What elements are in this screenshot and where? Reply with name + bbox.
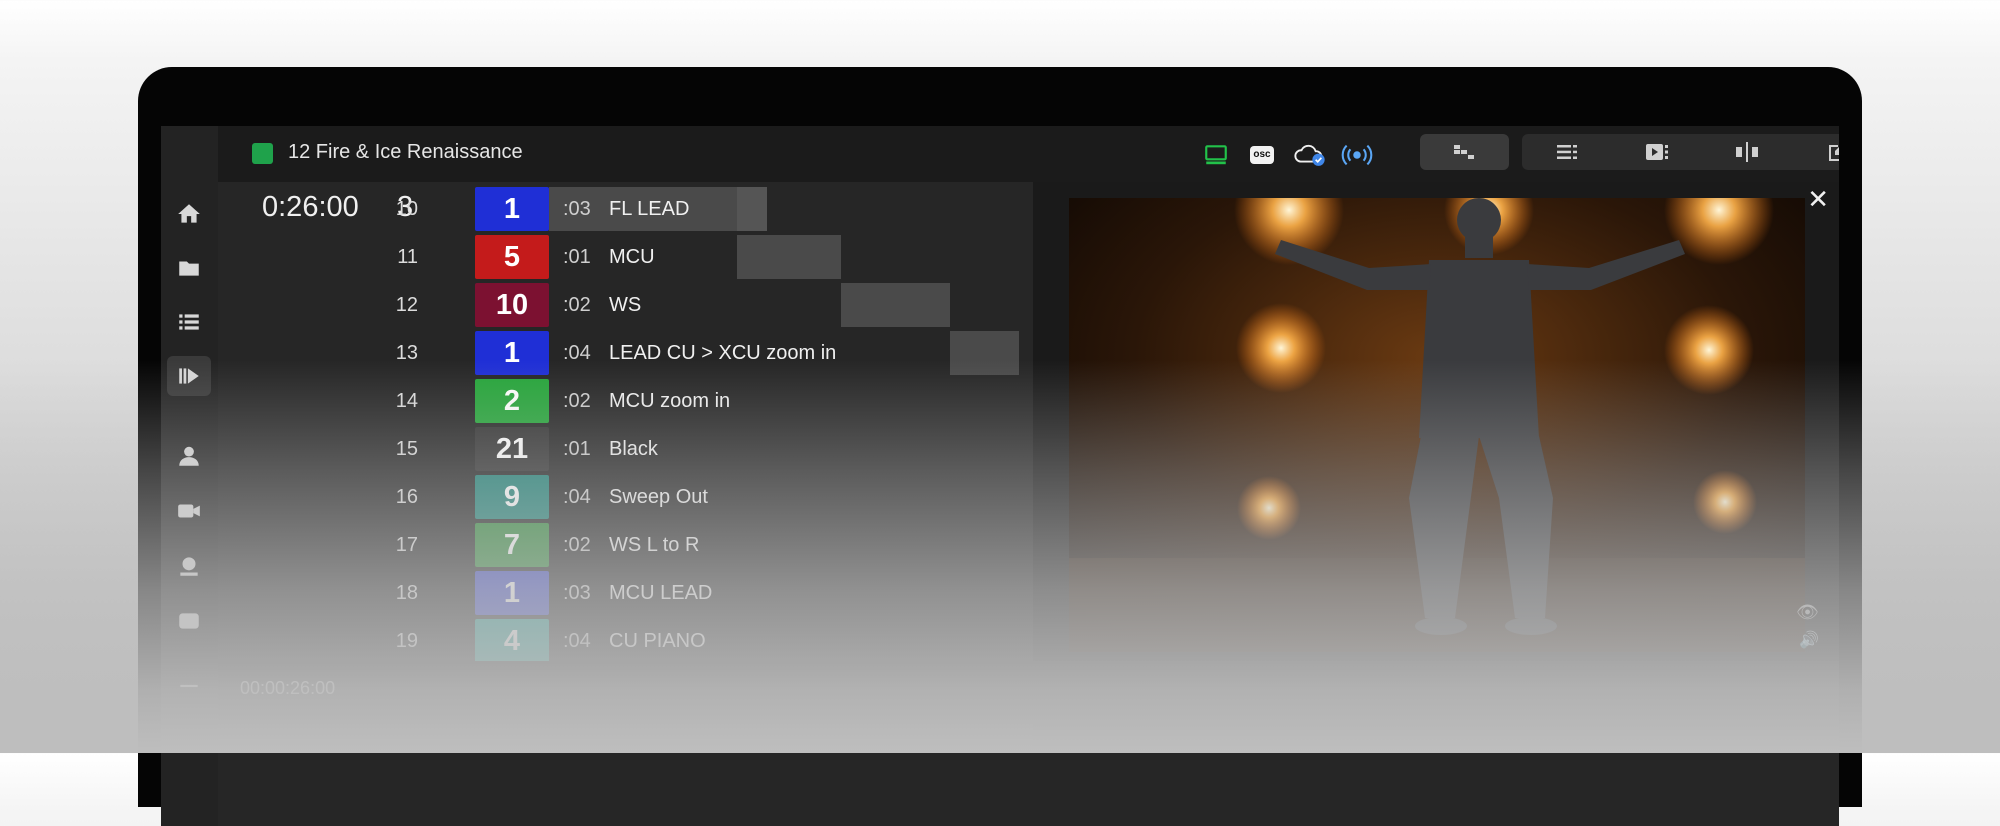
shot-duration: :04 [563,630,591,652]
camera-badge[interactable]: 4 [475,619,549,663]
shot-number: 18 [395,582,418,604]
broadcast-icon[interactable] [1340,140,1374,170]
shot-row[interactable]: 13 1 :04 LEAD CU > XCU zoom in [161,329,1031,377]
shot-number: 14 [395,390,418,412]
shot-row[interactable]: 12 10 :02 WS [161,281,1031,329]
top-bar: 12 Fire & Ice Renaissance osc [218,126,1839,182]
shot-number: 11 [397,246,418,268]
timeline-time: 00:00:26:00 [240,678,336,698]
shot-duration: :01 [563,438,591,460]
shot-row[interactable]: 19 4 :04 CU PIANO [161,617,1031,665]
shot-description: MCU LEAD [609,582,713,604]
duration-block [737,187,767,231]
shot-row[interactable]: 10 1 :03 FL LEAD [161,185,1031,233]
cloud-check-icon[interactable] [1292,140,1328,170]
shot-description: MCU [609,246,655,268]
split-view-icon [1736,142,1758,162]
camera-badge[interactable]: 1 [475,187,549,231]
preview-image [1069,198,1805,652]
more-icon[interactable] [167,666,211,706]
shot-duration: :01 [563,246,591,268]
performer-in-rain-image [1069,198,1805,652]
list-view-button[interactable] [1522,134,1612,170]
shot-duration: :04 [563,342,591,364]
shot-row[interactable]: 15 21 :01 Black [161,425,1031,473]
shot-duration: :03 [563,582,591,604]
camera-badge[interactable]: 9 [475,475,549,519]
camera-badge[interactable]: 5 [475,235,549,279]
shot-row[interactable]: 17 7 :02 WS L to R [161,521,1031,569]
show-title: 12 Fire & Ice Renaissance [288,141,523,163]
shot-description: FL LEAD [609,198,690,220]
shot-duration: :02 [563,390,591,412]
shot-row[interactable]: 18 1 :03 MCU LEAD [161,569,1031,617]
visibility-icon[interactable]: 👁 [1796,602,1819,623]
shot-description: Sweep Out [609,486,708,508]
close-preview-button[interactable]: ✕ [1807,184,1829,215]
osc-label: osc [1250,146,1274,164]
duration-block [841,283,950,327]
camera-badge[interactable]: 1 [475,331,549,375]
shot-row[interactable]: 11 5 :01 MCU [161,233,1031,281]
camera-badge[interactable]: 10 [475,283,549,327]
shot-description: MCU zoom in [609,390,731,412]
camera-badge[interactable]: 21 [475,427,549,471]
shot-description: Black [609,438,658,460]
app-window: 12 Fire & Ice Renaissance osc 0:26:00 3 … [161,126,1839,826]
shot-number: 17 [395,534,418,556]
shot-number: 10 [395,198,418,220]
shot-row[interactable]: 14 2 :02 MCU zoom in [161,377,1031,425]
camera-badge[interactable]: 7 [475,523,549,567]
laptop-frame: 12 Fire & Ice Renaissance osc 0:26:00 3 … [138,67,1862,826]
shot-number: 13 [395,342,418,364]
duration-block [737,235,841,279]
shot-duration: :03 [563,198,591,220]
shot-duration: :02 [563,294,591,316]
camera-badge[interactable]: 2 [475,379,549,423]
shot-row[interactable]: 16 9 :04 Sweep Out [161,473,1031,521]
preview-view-button[interactable] [1612,134,1702,170]
list-view-icon [1557,145,1577,159]
preview-view-icon [1646,144,1668,160]
edit-button[interactable] [1792,134,1839,170]
shot-description: WS L to R [609,534,700,556]
shot-duration: :02 [563,534,591,556]
shot-description: WS [609,294,642,316]
shot-duration: :04 [563,486,591,508]
shot-number: 16 [395,486,418,508]
monitor-icon[interactable] [1202,140,1230,170]
status-indicator [252,143,273,164]
shot-grid-view-icon [1454,145,1474,159]
timeline[interactable]: 00:00:26:00 [218,661,1839,721]
camera-badge[interactable]: 1 [475,571,549,615]
osc-icon[interactable]: osc [1248,140,1276,170]
shot-description: LEAD CU > XCU zoom in [609,342,837,364]
shot-number: 19 [395,630,418,652]
shot-number: 12 [395,294,418,316]
duration-block [950,331,1019,375]
shot-grid-view-button[interactable] [1420,134,1509,170]
volume-icon[interactable]: 🔊 [1799,630,1819,650]
split-view-button[interactable] [1702,134,1792,170]
shot-number: 15 [395,438,418,460]
edit-icon [1829,145,1839,161]
shot-description: CU PIANO [609,630,706,652]
